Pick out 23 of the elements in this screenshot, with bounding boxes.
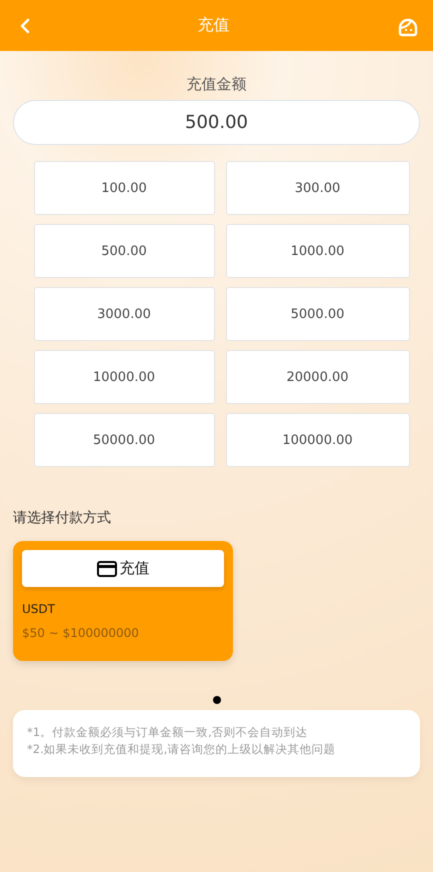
amount-option[interactable]: 100000.00 bbox=[226, 413, 410, 467]
note-text: *2.如果未收到充值和提现,请咨询您的上级以解决其他问题 bbox=[27, 741, 336, 758]
amount-option[interactable]: 1000.00 bbox=[226, 224, 410, 278]
method-name: USDT bbox=[22, 602, 56, 616]
amount-option[interactable]: 50000.00 bbox=[34, 413, 214, 467]
amount-option[interactable]: 5000.00 bbox=[226, 287, 410, 341]
amount-option[interactable]: 3000.00 bbox=[34, 287, 214, 341]
recharge-button[interactable]: 充值 bbox=[22, 550, 224, 587]
amount-option[interactable]: 10000.00 bbox=[34, 350, 214, 404]
payment-card[interactable]: 充值 USDT $50 ~ $100000000 bbox=[13, 541, 233, 661]
amount-range: $50 ~ $100000000 bbox=[22, 626, 140, 640]
amount-option[interactable]: 500.00 bbox=[34, 224, 214, 278]
page-indicator-dot bbox=[212, 696, 220, 704]
section-label: 请选择付款方式 bbox=[13, 509, 111, 527]
amount-field[interactable]: 500.00 bbox=[13, 100, 420, 145]
note-text: *1。付款金额必须与订单金额一致,否则不会自动到达 bbox=[27, 724, 309, 741]
page-title: 充值 bbox=[198, 15, 230, 36]
back-icon[interactable] bbox=[20, 18, 30, 34]
amount-option[interactable]: 300.00 bbox=[226, 161, 410, 215]
card-icon bbox=[96, 560, 116, 576]
amount-option[interactable]: 20000.00 bbox=[226, 350, 410, 404]
amount-option[interactable]: 100.00 bbox=[34, 161, 214, 215]
amount-label: 充值金额 bbox=[186, 75, 246, 94]
